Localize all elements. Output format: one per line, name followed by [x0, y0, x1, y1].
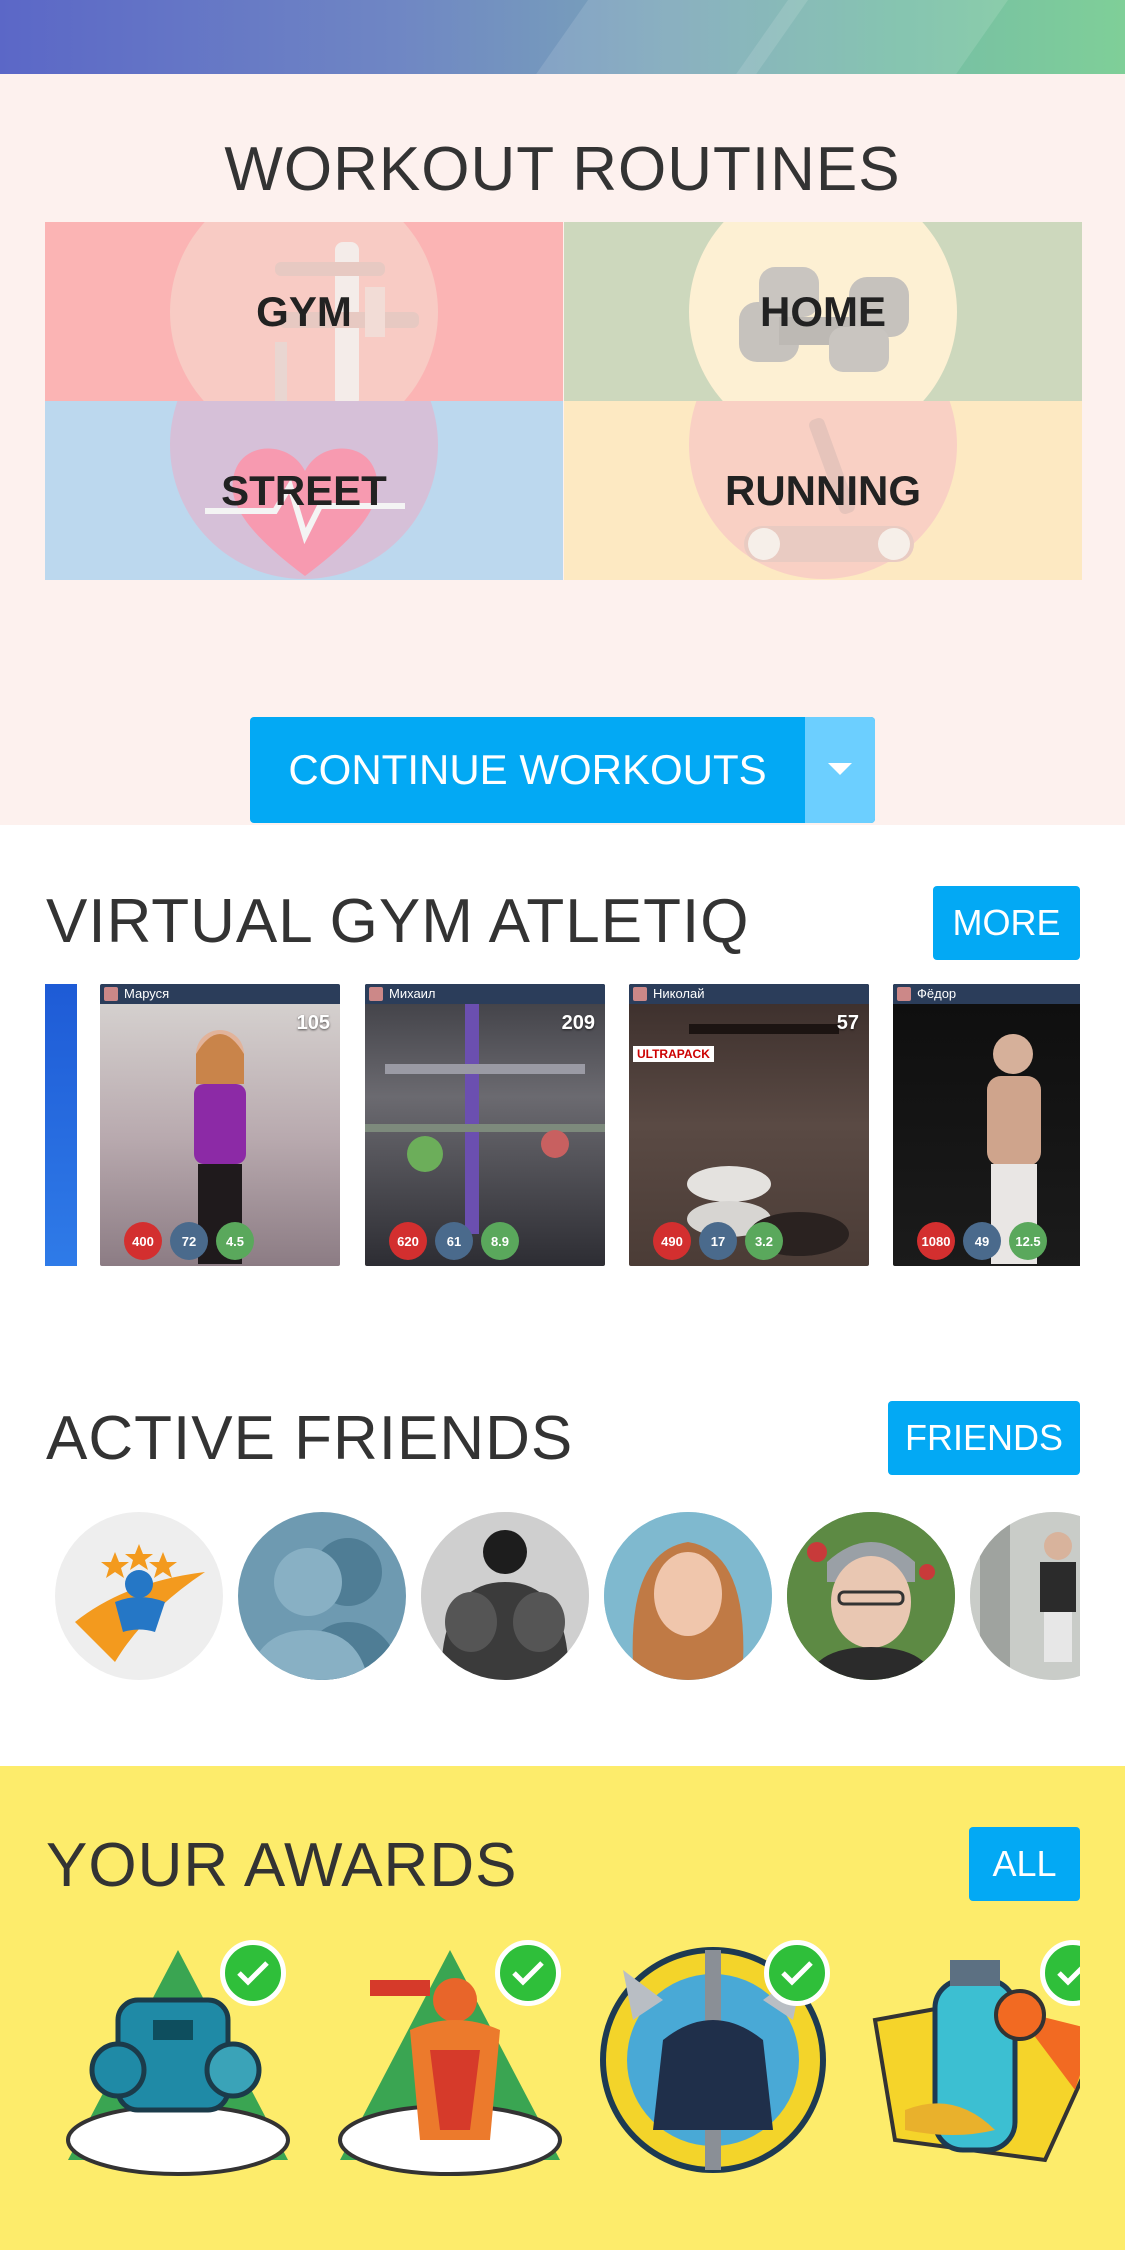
gym-card[interactable]: Маруся 105 400 72 4.5 — [100, 984, 340, 1266]
chevron-down-icon — [828, 763, 852, 775]
stat-min: 72 — [170, 1222, 208, 1260]
tile-street[interactable]: STREET — [45, 401, 563, 580]
app-logo-icon — [75, 1544, 205, 1662]
tile-running[interactable]: RUNNING — [564, 401, 1082, 580]
avatar[interactable] — [604, 1512, 772, 1680]
gym-card[interactable]: Николай ULTRAPACK 57 490 17 3.2 — [629, 984, 869, 1266]
gym-card-count: 105 — [296, 1012, 330, 1034]
default-avatar-icon — [248, 1538, 406, 1680]
check-icon — [764, 1940, 830, 2006]
tile-gym-label: GYM — [256, 287, 352, 335]
stat-min: 49 — [963, 1222, 1001, 1260]
gym-card-username: Михаил — [389, 986, 436, 1001]
avatar[interactable] — [55, 1512, 223, 1680]
friend-photo — [970, 1512, 1080, 1680]
active-friends-title: ACTIVE FRIENDS — [46, 1404, 574, 1473]
stat-kcal: 490 — [653, 1222, 691, 1260]
tile-home[interactable]: HOME — [564, 222, 1082, 401]
avatar[interactable] — [421, 1512, 589, 1680]
all-awards-button[interactable]: ALL — [969, 1827, 1080, 1901]
stat-min: 61 — [435, 1222, 473, 1260]
tile-home-label: HOME — [760, 287, 886, 335]
tile-running-label: RUNNING — [725, 466, 921, 514]
stat-kcal: 1080 — [917, 1222, 955, 1260]
avatar[interactable] — [238, 1512, 406, 1680]
gym-card-username: Фёдор — [917, 986, 957, 1001]
stat-tons: 3.2 — [745, 1222, 783, 1260]
gym-card-partial[interactable] — [45, 984, 77, 1266]
stat-tons: 4.5 — [216, 1222, 254, 1260]
continue-dropdown-toggle[interactable] — [805, 717, 875, 823]
virtual-gym-title: VIRTUAL GYM ATLETIQ — [46, 887, 750, 956]
your-awards-title: YOUR AWARDS — [46, 1831, 518, 1900]
more-button[interactable]: MORE — [933, 886, 1080, 960]
award-badge-clip — [865, 1940, 1080, 2180]
top-banner — [0, 0, 1125, 74]
stat-min: 17 — [699, 1222, 737, 1260]
check-icon — [220, 1940, 286, 2006]
bodybuilder-photo — [421, 1512, 589, 1680]
avatar[interactable] — [787, 1512, 955, 1680]
stat-tons: 8.9 — [481, 1222, 519, 1260]
gym-card[interactable]: Фёдор 3 1080 49 12.5 — [893, 984, 1080, 1266]
friend-photo — [604, 1512, 772, 1680]
tile-gym[interactable]: GYM — [45, 222, 563, 401]
avatar-clip — [970, 1512, 1080, 1680]
gym-card-clip: Фёдор 3 1080 49 12.5 — [893, 984, 1080, 1266]
stat-kcal: 620 — [389, 1222, 427, 1260]
workout-routines-section: WORKOUT ROUTINES GYM HOME STREET RUNNING… — [0, 74, 1125, 825]
gym-card[interactable]: Михаил 209 620 61 8.9 — [365, 984, 605, 1266]
workout-routines-title: WORKOUT ROUTINES — [224, 135, 901, 204]
stat-kcal: 400 — [124, 1222, 162, 1260]
friend-photo — [787, 1512, 955, 1680]
gym-card-count: 209 — [561, 1012, 595, 1034]
avatar[interactable] — [970, 1512, 1080, 1680]
continue-workouts-button[interactable]: CONTINUE WORKOUTS — [250, 717, 875, 823]
check-icon — [495, 1940, 561, 2006]
gym-card-count: 57 — [836, 1012, 859, 1034]
gym-card-username: Николай — [653, 986, 705, 1001]
stat-tons: 12.5 — [1009, 1222, 1047, 1260]
friends-button[interactable]: FRIENDS — [888, 1401, 1080, 1475]
tile-street-label: STREET — [221, 466, 387, 514]
continue-workouts-label: CONTINUE WORKOUTS — [288, 746, 767, 793]
gym-card-username: Маруся — [124, 986, 170, 1001]
